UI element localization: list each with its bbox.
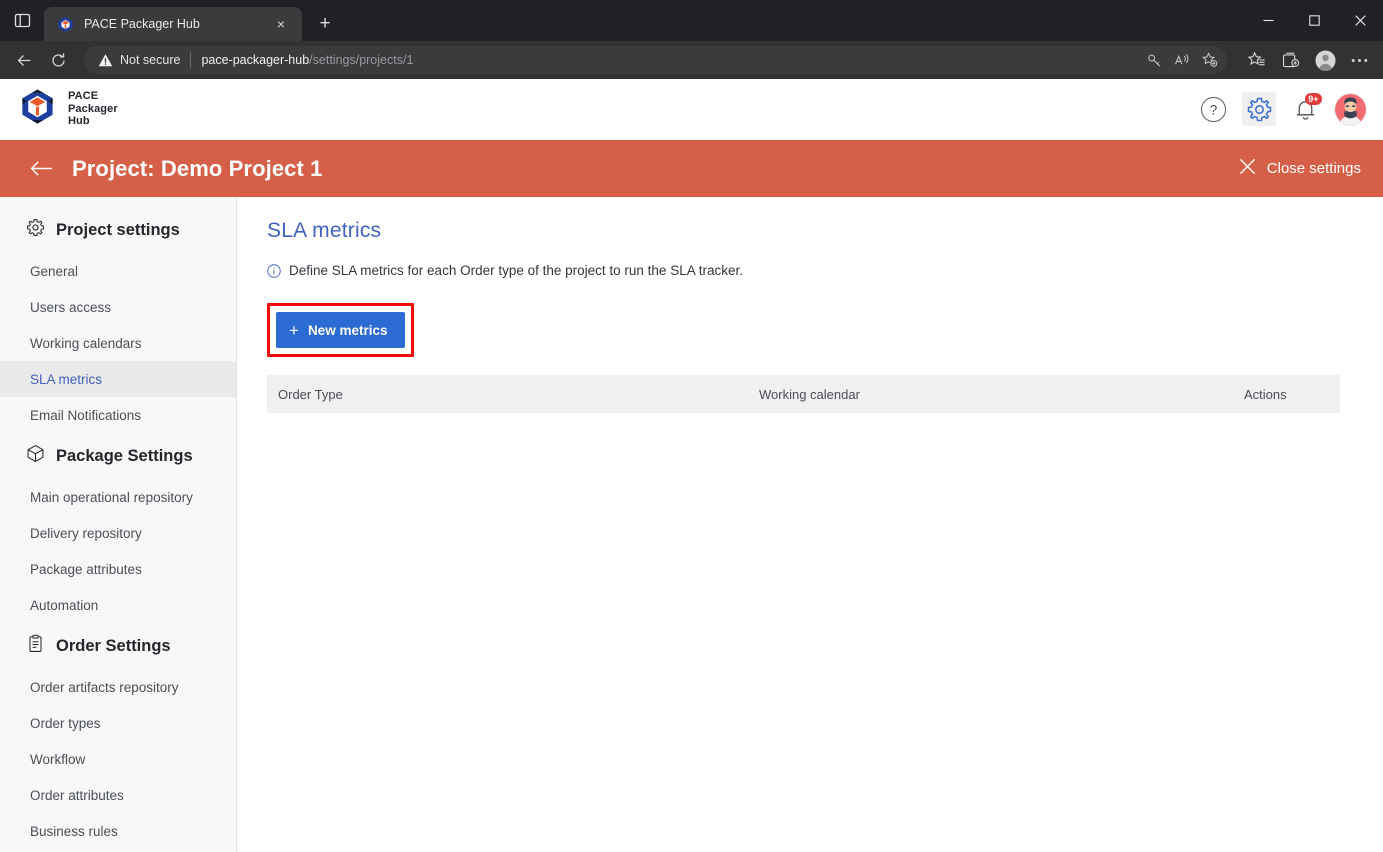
page-title: Project: Demo Project 1 bbox=[72, 155, 323, 181]
new-tab-button[interactable]: + bbox=[308, 9, 342, 39]
back-arrow-icon[interactable] bbox=[8, 45, 40, 75]
omnibox-actions bbox=[1141, 48, 1223, 72]
app-logo-text: PACE Packager Hub bbox=[68, 90, 118, 128]
url-host: pace-packager-hub bbox=[201, 53, 310, 67]
gear-icon bbox=[26, 218, 45, 242]
app-body: Project settings General Users access Wo… bbox=[0, 197, 1383, 852]
sidebar-item-sla-metrics[interactable]: SLA metrics bbox=[0, 361, 236, 397]
application: PACE Packager Hub ? 9+ Project: Demo Pro… bbox=[0, 79, 1383, 852]
sidebar-item-order-attributes[interactable]: Order attributes bbox=[0, 777, 236, 813]
browser-titlebar: PACE Packager Hub × + bbox=[0, 0, 1383, 41]
plus-icon: + bbox=[289, 320, 299, 340]
header-actions: ? 9+ bbox=[1196, 92, 1367, 126]
new-metrics-button[interactable]: + New metrics bbox=[276, 312, 406, 348]
logo-line-3: Hub bbox=[68, 115, 90, 128]
svg-text:?: ? bbox=[1209, 102, 1217, 117]
table-header-row: Order Type Working calendar Actions bbox=[267, 375, 1340, 413]
window-controls bbox=[1245, 0, 1383, 41]
bell-icon[interactable]: 9+ bbox=[1288, 92, 1322, 126]
app-header: PACE Packager Hub ? 9+ bbox=[0, 79, 1383, 140]
close-settings-button[interactable]: Close settings bbox=[1239, 158, 1361, 179]
browser-tab[interactable]: PACE Packager Hub × bbox=[44, 7, 302, 41]
browser-window: PACE Packager Hub × + Not secure pace-pa… bbox=[0, 0, 1383, 852]
sidebar-group-order-settings: Order Settings bbox=[0, 623, 236, 669]
user-avatar[interactable] bbox=[1334, 92, 1367, 126]
read-aloud-icon[interactable] bbox=[1169, 48, 1195, 72]
url-text: pace-packager-hub/settings/projects/1 bbox=[201, 53, 1141, 67]
info-circle-icon bbox=[267, 264, 281, 283]
close-window-button[interactable] bbox=[1337, 0, 1383, 41]
sidebar-item-email-notifications[interactable]: Email Notifications bbox=[0, 397, 236, 433]
column-header-working-calendar: Working calendar bbox=[759, 386, 860, 402]
help-circle-icon[interactable]: ? bbox=[1196, 92, 1230, 126]
gear-icon[interactable] bbox=[1242, 92, 1276, 126]
arrow-left-icon[interactable] bbox=[26, 154, 56, 184]
description-text: Define SLA metrics for each Order type o… bbox=[289, 263, 743, 278]
sidebar-item-general[interactable]: General bbox=[0, 253, 236, 289]
sidebar-group-package-settings: Package Settings bbox=[0, 433, 236, 479]
favorites-icon[interactable] bbox=[1241, 45, 1273, 75]
reload-icon[interactable] bbox=[42, 45, 74, 75]
settings-sidebar: Project settings General Users access Wo… bbox=[0, 197, 237, 852]
sla-metrics-table: Order Type Working calendar Actions bbox=[267, 375, 1340, 413]
sidebar-group-project-settings: Project settings bbox=[0, 207, 236, 253]
sidebar-item-business-rules[interactable]: Business rules bbox=[0, 813, 236, 849]
address-bar[interactable]: Not secure pace-packager-hub/settings/pr… bbox=[84, 46, 1227, 74]
clipboard-icon bbox=[26, 634, 45, 658]
sidebar-item-automation[interactable]: Automation bbox=[0, 587, 236, 623]
sidebar-item-users-access[interactable]: Users access bbox=[0, 289, 236, 325]
project-banner: Project: Demo Project 1 Close settings bbox=[0, 140, 1383, 197]
logo-line-2: Packager bbox=[68, 102, 118, 115]
sidebar-item-order-artifacts-repository[interactable]: Order artifacts repository bbox=[0, 669, 236, 705]
sidebar-item-main-operational-repository[interactable]: Main operational repository bbox=[0, 479, 236, 515]
browser-toolbar: Not secure pace-packager-hub/settings/pr… bbox=[0, 41, 1383, 79]
settings-more-icon[interactable] bbox=[1343, 45, 1375, 75]
notification-badge: 9+ bbox=[1304, 93, 1322, 105]
omnibox-divider bbox=[190, 52, 192, 68]
close-settings-label: Close settings bbox=[1266, 160, 1361, 177]
new-metrics-label: New metrics bbox=[307, 322, 388, 338]
new-metrics-highlight: + New metrics bbox=[267, 303, 415, 357]
profile-icon[interactable] bbox=[1309, 45, 1341, 75]
content-description: Define SLA metrics for each Order type o… bbox=[267, 262, 1353, 283]
url-path: /settings/projects/1 bbox=[309, 53, 414, 67]
pace-cube-logo bbox=[18, 87, 57, 131]
tab-title: PACE Packager Hub bbox=[84, 17, 200, 31]
key-icon[interactable] bbox=[1141, 48, 1167, 72]
security-status-label: Not secure bbox=[120, 53, 181, 67]
maximize-button[interactable] bbox=[1291, 0, 1337, 41]
sidebar-item-working-calendars[interactable]: Working calendars bbox=[0, 325, 236, 361]
content-title: SLA metrics bbox=[267, 219, 382, 242]
sidebar-item-package-attributes[interactable]: Package attributes bbox=[0, 551, 236, 587]
content-right-edge bbox=[1379, 197, 1383, 852]
toolbar-right-actions bbox=[1237, 45, 1375, 75]
tab-list-icon[interactable] bbox=[0, 0, 44, 41]
column-header-order-type: Order Type bbox=[278, 386, 343, 402]
sidebar-item-delivery-repository[interactable]: Delivery repository bbox=[0, 515, 236, 551]
collections-icon[interactable] bbox=[1275, 45, 1307, 75]
sidebar-item-workflow[interactable]: Workflow bbox=[0, 741, 236, 777]
sidebar-group-label: Package Settings bbox=[56, 446, 193, 465]
column-header-actions: Actions bbox=[1244, 386, 1287, 402]
settings-content: SLA metrics Define SLA metrics for each … bbox=[237, 197, 1383, 852]
add-favorite-icon[interactable] bbox=[1197, 48, 1223, 72]
package-cube-icon bbox=[26, 444, 45, 468]
close-x-icon bbox=[1239, 158, 1256, 179]
pace-cube-icon bbox=[57, 16, 74, 33]
close-icon[interactable]: × bbox=[270, 13, 292, 35]
warning-triangle-icon bbox=[98, 53, 113, 68]
sidebar-group-label: Project settings bbox=[56, 220, 180, 239]
minimize-button[interactable] bbox=[1245, 0, 1291, 41]
sidebar-group-label: Order Settings bbox=[56, 636, 171, 655]
sidebar-item-order-types[interactable]: Order types bbox=[0, 705, 236, 741]
logo-line-1: PACE bbox=[68, 90, 99, 103]
app-logo[interactable]: PACE Packager Hub bbox=[18, 87, 118, 131]
